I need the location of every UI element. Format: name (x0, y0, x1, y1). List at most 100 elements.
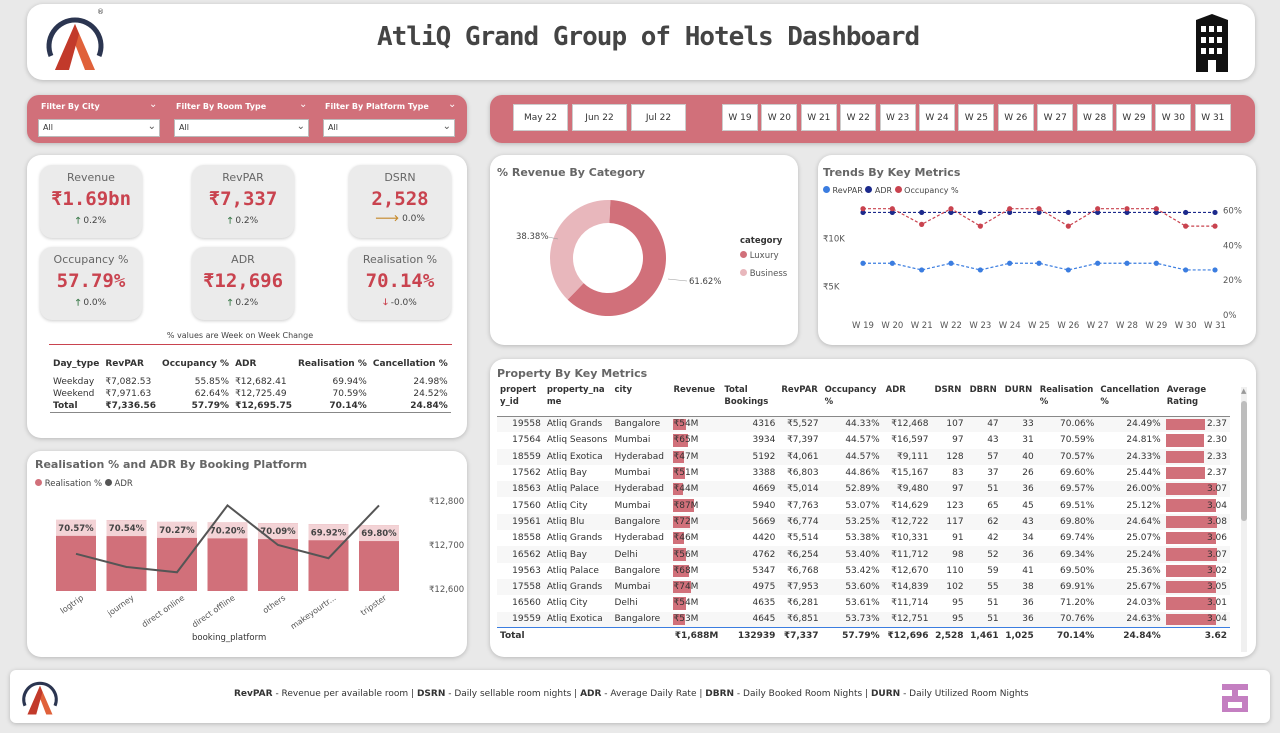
table-row[interactable]: 19563 Atliq Palace Bangalore ₹68M 5347 ₹6,768… (497, 563, 1230, 579)
week-button[interactable]: W 28 (1076, 104, 1113, 131)
data-point[interactable] (860, 206, 866, 212)
chevron-down-icon[interactable]: ⌄ (149, 99, 157, 110)
table-row: Weekend ₹7,971.63 62.64% ₹12,725.49 70.5… (50, 388, 451, 400)
data-point[interactable] (1065, 223, 1071, 229)
data-point[interactable] (977, 209, 983, 216)
data-point[interactable] (919, 267, 925, 273)
month-button-jun[interactable]: Jun 22 (572, 104, 627, 131)
room-type-filter-select[interactable]: All ⌄ (174, 119, 309, 137)
data-point[interactable] (919, 221, 925, 227)
chevron-down-icon[interactable]: ⌄ (299, 99, 307, 110)
city-filter-select[interactable]: All ⌄ (38, 119, 160, 137)
cell: Hyderabad (614, 484, 664, 495)
month-button-may[interactable]: May 22 (513, 104, 568, 131)
table-row[interactable]: 19558 Atliq Grands Bangalore ₹54M 4316 ₹5,527… (497, 416, 1230, 433)
chevron-down-icon[interactable]: ⌄ (448, 99, 456, 110)
week-button[interactable]: W 26 (997, 104, 1034, 131)
data-point[interactable] (948, 206, 954, 212)
col-header[interactable]: Average Rating (1164, 384, 1230, 416)
table-scrollbar[interactable]: ▲ (1241, 387, 1247, 652)
col-header[interactable]: Day_type (50, 358, 102, 370)
scrollbar-thumb[interactable] (1241, 401, 1247, 521)
table-row[interactable]: 17558 Atliq Grands Mumbai ₹74M 4975 ₹7,953 53.… (497, 578, 1230, 596)
col-header[interactable]: propert y_id (497, 384, 544, 416)
data-point[interactable] (1153, 260, 1159, 266)
week-button[interactable]: W 31 (1194, 104, 1231, 131)
data-point[interactable] (1036, 260, 1042, 266)
chevron-up-icon[interactable]: ▲ (1241, 387, 1246, 395)
data-point[interactable] (1095, 206, 1101, 212)
legend-item-luxury[interactable]: Luxury (740, 251, 779, 261)
data-point[interactable] (889, 260, 895, 266)
table-row[interactable]: 16562 Atliq Bay Delhi ₹56M 4762 ₹6,254 53.40% ₹… (497, 546, 1230, 563)
week-button[interactable]: W 29 (1116, 104, 1152, 131)
table-row[interactable]: 18563 Atliq Palace Hyderabad ₹44M 4669 ₹5,014… (497, 481, 1230, 498)
data-point[interactable] (1124, 260, 1130, 266)
table-row[interactable]: 17560 Atliq City Mumbai ₹87M 5940 ₹7,763 53.07… (497, 497, 1230, 513)
col-header[interactable]: Total Bookings (721, 384, 778, 416)
col-header[interactable]: DURN (1002, 384, 1037, 416)
cell-value: 3.08 (1206, 516, 1227, 527)
data-point[interactable] (860, 260, 866, 266)
cell: Bangalore (614, 419, 661, 430)
data-point[interactable] (889, 206, 895, 212)
kpi-value: 57.79% (56, 270, 126, 292)
table-row[interactable]: 19561 Atliq Blu Bangalore ₹72M 5669 ₹6,774 53.… (497, 513, 1230, 531)
platform-filter-select[interactable]: All ⌄ (323, 119, 455, 137)
data-point[interactable] (1183, 209, 1189, 216)
week-button[interactable]: W 19 (722, 104, 758, 131)
data-point[interactable] (1153, 206, 1159, 212)
cell: 1,461 (970, 631, 999, 642)
data-point[interactable] (1007, 260, 1013, 266)
data-point[interactable] (1212, 267, 1218, 273)
donut-slice-business[interactable] (550, 200, 611, 300)
table-row[interactable]: 19559 Atliq Exotica Bangalore ₹53M 4645 ₹6,85… (497, 611, 1230, 628)
week-button[interactable]: W 27 (1037, 104, 1074, 131)
col-header[interactable]: DSRN (931, 384, 966, 416)
data-point[interactable] (1212, 209, 1218, 216)
cell: Atliq Bay (546, 549, 587, 560)
data-point[interactable] (977, 223, 983, 229)
app-icon[interactable] (1218, 680, 1252, 717)
data-point[interactable] (1007, 206, 1013, 212)
col-header[interactable]: DBRN (967, 384, 1002, 416)
data-point[interactable] (1095, 260, 1101, 266)
col-header[interactable]: Realisation % (295, 358, 370, 370)
data-point[interactable] (1183, 267, 1189, 273)
table-row[interactable]: 18559 Atliq Exotica Hyderabad ₹47M 5192 ₹4,06… (497, 448, 1230, 465)
data-point[interactable] (919, 209, 925, 216)
data-point[interactable] (1036, 206, 1042, 212)
data-point[interactable] (1124, 206, 1130, 212)
week-button[interactable]: W 22 (840, 104, 877, 131)
week-button[interactable]: W 21 (800, 104, 837, 131)
week-button[interactable]: W 20 (761, 104, 798, 131)
table-row[interactable]: 17562 Atliq Bay Mumbai ₹51M 3388 ₹6,803 44.86%… (497, 465, 1230, 481)
col-header[interactable]: Cancellation % (1097, 384, 1163, 416)
week-button[interactable]: W 25 (958, 104, 995, 131)
week-button[interactable]: W 30 (1155, 104, 1192, 131)
data-point[interactable] (977, 267, 983, 273)
col-header[interactable]: RevPAR (778, 384, 821, 416)
week-button[interactable]: W 23 (879, 104, 916, 131)
legend-item-business[interactable]: Business (740, 269, 787, 279)
col-header[interactable]: ADR (883, 384, 932, 416)
col-header[interactable]: Revenue (671, 384, 722, 416)
data-point[interactable] (1212, 223, 1218, 229)
data-point[interactable] (948, 260, 954, 266)
col-header[interactable]: property_na me (544, 384, 612, 416)
data-point[interactable] (1065, 267, 1071, 273)
col-header[interactable]: city (611, 384, 670, 416)
table-row[interactable]: 16560 Atliq City Delhi ₹54M 4635 ₹6,281 53.61%… (497, 595, 1230, 611)
col-header[interactable]: Occupancy % (822, 384, 883, 416)
data-point[interactable] (1065, 209, 1071, 216)
col-header[interactable]: Cancellation % (370, 358, 451, 370)
col-header[interactable]: ADR (232, 358, 295, 370)
table-row[interactable]: 18558 Atliq Grands Hyderabad ₹46M 4420 ₹5,514… (497, 530, 1230, 546)
month-button-jul[interactable]: Jul 22 (631, 104, 686, 131)
col-header[interactable]: Realisation % (1037, 384, 1098, 416)
col-header[interactable]: RevPAR (102, 358, 159, 370)
week-button[interactable]: W 24 (919, 104, 955, 131)
col-header[interactable]: Occupancy % (159, 358, 232, 370)
data-point[interactable] (1183, 223, 1189, 229)
table-row[interactable]: 17564 Atliq Seasons Mumbai ₹65M 3934 ₹7,397 44… (497, 432, 1230, 448)
